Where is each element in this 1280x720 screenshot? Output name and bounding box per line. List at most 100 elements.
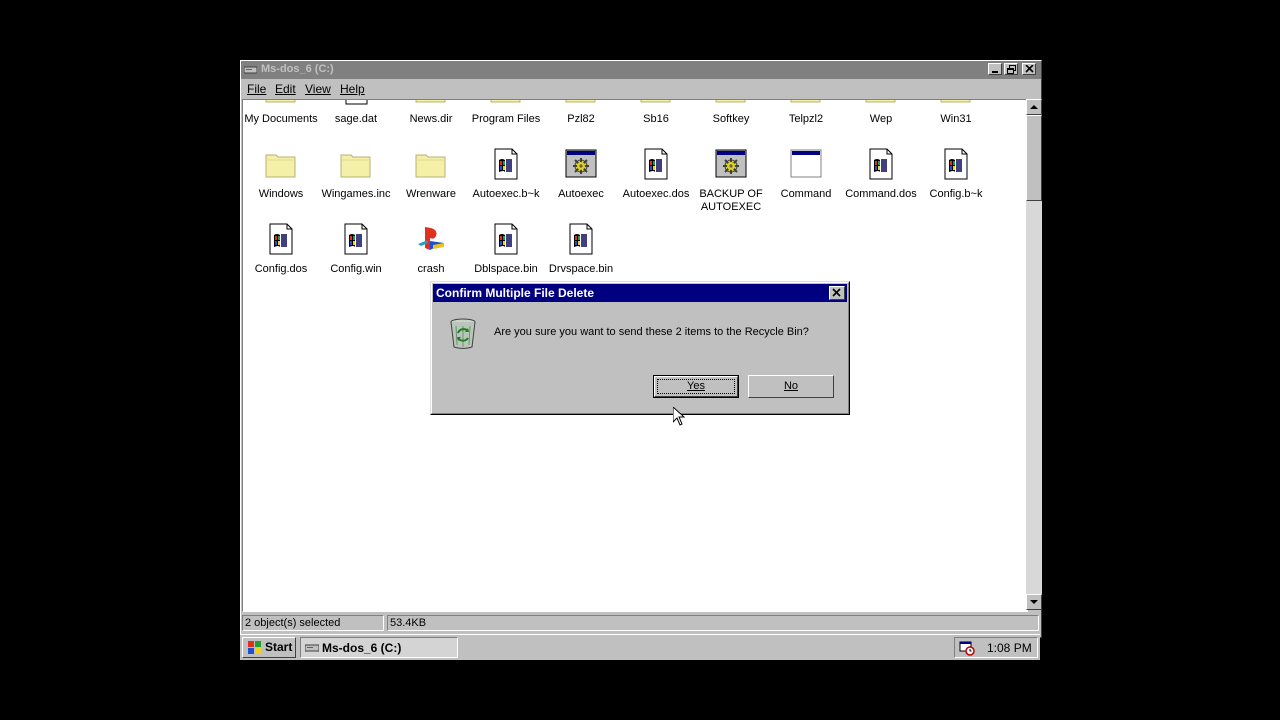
file-icon-label: Wep [869, 113, 893, 125]
file-icon-item[interactable]: News.dir [393, 100, 469, 133]
no-label: No [783, 380, 799, 392]
status-bar: 2 object(s) selected 53.4KB [241, 613, 1041, 633]
folder-icon [415, 100, 447, 105]
minimize-icon [992, 71, 998, 73]
recycle-bin-icon [450, 318, 476, 349]
file-icon-label: Softkey [712, 113, 750, 125]
yes-button[interactable]: Yes [653, 375, 739, 398]
window-titlebar[interactable]: Ms-dos_6 (C:) [241, 61, 1041, 79]
clock[interactable]: 1:08 PM [987, 641, 1032, 655]
file-icon-item[interactable]: Wep [843, 100, 919, 133]
file-icon-label: Command.dos [845, 188, 917, 200]
file-icon-item[interactable]: Dblspace.bin [468, 211, 544, 283]
taskbar: Start Ms-dos_6 (C:) 1:08 PM [240, 634, 1040, 660]
file-icon-item[interactable]: My Documents [243, 100, 319, 133]
file-icon-item[interactable]: Telpzl2 [768, 100, 844, 133]
scroll-up-button[interactable] [1026, 99, 1042, 115]
scheduler-icon[interactable] [959, 640, 975, 656]
document-icon [340, 100, 372, 105]
arrow-up-icon [1030, 105, 1038, 109]
file-icon-label: My Documents [244, 113, 318, 125]
file-icon-label: Windows [258, 188, 304, 200]
no-button[interactable]: No [748, 375, 834, 398]
file-icon-item[interactable]: Win31 [918, 100, 994, 133]
scroll-thumb[interactable] [1026, 115, 1042, 201]
start-button[interactable]: Start [242, 637, 296, 658]
system-tray: 1:08 PM [954, 637, 1038, 658]
playstation-icon [415, 223, 447, 255]
system-file-icon [865, 148, 897, 180]
folder-icon [715, 100, 747, 105]
menu-file-label: File [247, 82, 267, 96]
file-icon-item[interactable]: Autoexec.dos [618, 136, 694, 208]
dialog-message: Are you sure you want to send these 2 it… [494, 326, 809, 338]
minimize-button[interactable] [988, 63, 1002, 75]
start-label: Start [265, 640, 293, 654]
restore-icon [1007, 65, 1016, 74]
file-icon-item[interactable]: Program Files [468, 100, 544, 133]
file-icon-item[interactable]: Sb16 [618, 100, 694, 133]
mouse-cursor-icon [673, 407, 685, 426]
menu-help-label: Help [340, 82, 365, 96]
file-icon-item[interactable]: crash [393, 211, 469, 283]
file-icon-item[interactable]: Autoexec [543, 136, 619, 208]
close-icon [832, 288, 841, 297]
confirm-delete-dialog: Confirm Multiple File Delete Are you sur… [430, 281, 850, 415]
taskbar-window-label: Ms-dos_6 (C:) [322, 641, 402, 655]
file-icon-label: sage.dat [334, 113, 378, 125]
folder-icon [790, 100, 822, 105]
dialog-titlebar[interactable]: Confirm Multiple File Delete [433, 284, 847, 302]
file-icon-item[interactable]: Command [768, 136, 844, 208]
menu-view-label: View [305, 82, 331, 96]
file-icon-item[interactable]: Pzl82 [543, 100, 619, 133]
dialog-close-button[interactable] [829, 286, 845, 300]
windows-logo-icon [248, 641, 261, 654]
file-icon-label: Sb16 [643, 113, 669, 125]
menu-help[interactable]: Help [340, 82, 365, 96]
folder-icon [865, 100, 897, 105]
folder-icon [265, 100, 297, 105]
close-icon [1025, 65, 1034, 73]
menu-edit[interactable]: Edit [275, 82, 296, 96]
system-file-icon [490, 148, 522, 180]
menu-bar: File Edit View Help [241, 79, 1041, 99]
drive-icon [244, 66, 257, 74]
status-size: 53.4KB [387, 615, 1039, 631]
file-icon-item[interactable]: Windows [243, 136, 319, 208]
file-icon-item[interactable]: Softkey [693, 100, 769, 133]
file-icon-item[interactable]: Config.win [318, 211, 394, 283]
desktop-screen: Ms-dos_6 (C:) File Edit View Help My Doc… [240, 60, 1042, 660]
arrow-down-icon [1030, 600, 1038, 604]
file-icon-item[interactable]: Config.dos [243, 211, 319, 283]
settings-file-icon [565, 148, 597, 180]
folder-icon [565, 100, 597, 105]
file-icon-item[interactable]: Config.b~k [918, 136, 994, 208]
folder-icon [940, 100, 972, 105]
scroll-down-button[interactable] [1026, 594, 1042, 610]
file-icon-item[interactable]: Command.dos [843, 136, 919, 208]
file-icon-label: Dblspace.bin [474, 263, 538, 275]
taskbar-window-button[interactable]: Ms-dos_6 (C:) [300, 637, 458, 658]
close-button[interactable] [1022, 63, 1036, 75]
settings-file-icon [715, 148, 747, 180]
system-file-icon [565, 223, 597, 255]
file-icon-item[interactable]: BACKUP OF AUTOEXEC [693, 136, 769, 213]
folder-icon [415, 148, 447, 180]
file-icon-label: Autoexec.b~k [472, 188, 540, 200]
file-icon-label: Win31 [940, 113, 972, 125]
restore-button[interactable] [1004, 63, 1018, 75]
system-file-icon [490, 223, 522, 255]
file-icon-item[interactable]: sage.dat [318, 100, 394, 133]
window-title: Ms-dos_6 (C:) [261, 63, 334, 75]
file-icon-label: Telpzl2 [788, 113, 824, 125]
file-icon-item[interactable]: Autoexec.b~k [468, 136, 544, 208]
vertical-scrollbar[interactable] [1026, 99, 1042, 610]
file-icon-item[interactable]: Drvspace.bin [543, 211, 619, 283]
file-icon-item[interactable]: Wingames.inc [318, 136, 394, 208]
menu-view[interactable]: View [305, 82, 331, 96]
folder-icon [640, 100, 672, 105]
file-icon-label: News.dir [409, 113, 453, 125]
file-icon-label: Program Files [471, 113, 541, 125]
file-icon-item[interactable]: Wrenware [393, 136, 469, 208]
menu-file[interactable]: File [247, 82, 266, 96]
